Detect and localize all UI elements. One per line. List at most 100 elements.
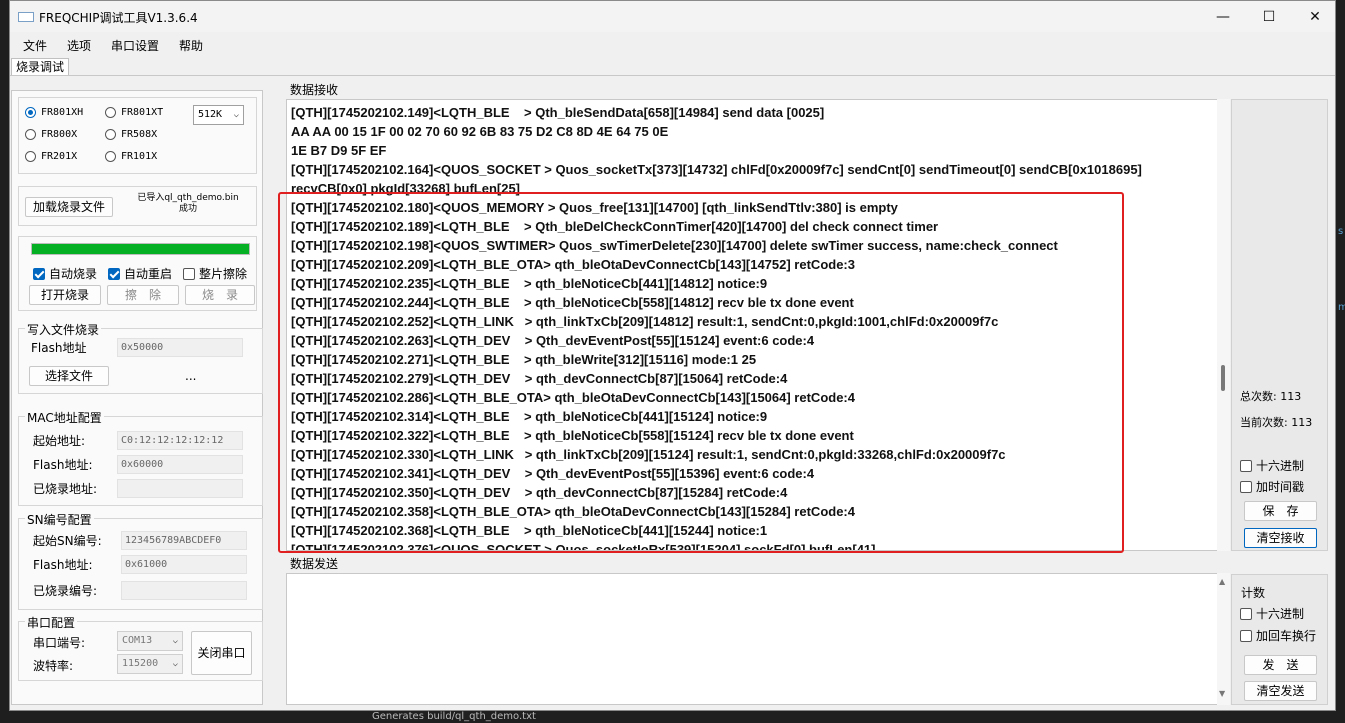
- tab-burn-debug[interactable]: 烧录调试: [11, 58, 70, 76]
- load-group: 加载烧录文件 已导入ql_qth_demo.bin 成功: [18, 186, 257, 226]
- timestamp-checkbox[interactable]: 加时间戳: [1240, 478, 1304, 495]
- log-line: [QTH][1745202102.314]<LQTH_BLE > qth_ble…: [291, 409, 768, 424]
- radio-fr800x[interactable]: FR800X: [25, 129, 77, 140]
- sn-start-field[interactable]: 123456789ABCDEF0: [121, 531, 247, 550]
- log-line: [QTH][1745202102.209]<LQTH_BLE_OTA> qth_…: [291, 257, 855, 272]
- save-button[interactable]: 保 存: [1244, 501, 1317, 521]
- sn-burned-label: 已烧录编号:: [33, 584, 98, 598]
- chip-group: FR801XH FR801XT FR800X FR508X FR201X FR1…: [18, 97, 257, 174]
- left-panel: FR801XH FR801XT FR800X FR508X FR201X FR1…: [11, 90, 263, 705]
- radio-fr508x[interactable]: FR508X: [105, 129, 157, 140]
- menu-help[interactable]: 帮助: [179, 37, 203, 54]
- send-button[interactable]: 发 送: [1244, 655, 1317, 675]
- select-file-button[interactable]: 选择文件: [29, 366, 109, 386]
- mac-flash-label: Flash地址:: [33, 458, 93, 472]
- sn-title: SN编号配置: [25, 511, 94, 528]
- baud-rate-select[interactable]: 115200 ⌵: [117, 654, 183, 674]
- scrollbar-thumb[interactable]: [1221, 365, 1225, 391]
- write-file-title: 写入文件烧录: [25, 321, 102, 338]
- sn-group: SN编号配置 起始SN编号: 123456789ABCDEF0 Flash地址:…: [18, 511, 263, 610]
- log-line: [QTH][1745202102.149]<LQTH_BLE > Qth_ble…: [291, 105, 825, 120]
- auto-restart-checkbox[interactable]: 自动重启: [108, 265, 172, 282]
- log-line: [QTH][1745202102.286]<LQTH_BLE_OTA> qth_…: [291, 390, 855, 405]
- window-title: FREQCHIP调试工具V1.3.6.4: [39, 11, 198, 25]
- close-button[interactable]: ✕: [1292, 1, 1335, 32]
- baud-rate-label: 波特率:: [33, 659, 74, 673]
- log-line: [QTH][1745202102.341]<LQTH_DEV > Qth_dev…: [291, 466, 815, 481]
- receive-hex-checkbox[interactable]: 十六进制: [1240, 457, 1304, 474]
- log-line: [QTH][1745202102.358]<LQTH_BLE_OTA> qth_…: [291, 504, 855, 519]
- burn-progress-fill: [32, 244, 249, 254]
- sn-burned-field[interactable]: [121, 581, 247, 600]
- receive-log: [QTH][1745202102.149]<LQTH_BLE > Qth_ble…: [291, 103, 1221, 550]
- receive-title: 数据接收: [290, 83, 339, 97]
- receive-options-panel: 总次数: 113 当前次数: 113 十六进制 加时间戳 保 存 清空接收: [1231, 99, 1328, 551]
- flash-address-label: Flash地址: [31, 341, 87, 355]
- mac-title: MAC地址配置: [25, 409, 104, 426]
- sn-start-label: 起始SN编号:: [33, 534, 102, 548]
- send-hex-checkbox[interactable]: 十六进制: [1240, 605, 1304, 622]
- send-textarea[interactable]: [286, 573, 1226, 705]
- log-line: [QTH][1745202102.350]<LQTH_DEV > qth_dev…: [291, 485, 788, 500]
- send-options-panel: 计数 十六进制 加回车换行 发 送 清空发送: [1231, 574, 1328, 705]
- minimize-button[interactable]: —: [1200, 1, 1246, 32]
- menu-options[interactable]: 选项: [67, 37, 91, 54]
- sn-flash-field[interactable]: 0x61000: [121, 555, 247, 574]
- mac-burned-field[interactable]: [117, 479, 243, 498]
- send-title: 数据发送: [290, 557, 339, 571]
- app-icon: [18, 12, 34, 22]
- scroll-up-icon[interactable]: ▲: [1219, 577, 1225, 586]
- burn-button[interactable]: 烧 录: [185, 285, 255, 305]
- mac-start-field[interactable]: C0:12:12:12:12:12: [117, 431, 243, 450]
- scroll-down-icon[interactable]: ▼: [1219, 689, 1225, 698]
- add-newline-checkbox[interactable]: 加回车换行: [1240, 627, 1316, 644]
- receive-scrollbar[interactable]: [1217, 99, 1230, 551]
- log-line: [QTH][1745202102.330]<LQTH_LINK > qth_li…: [291, 447, 1006, 462]
- send-scrollbar[interactable]: ▲ ▼: [1217, 573, 1230, 705]
- log-line: [QTH][1745202102.279]<LQTH_DEV > qth_dev…: [291, 371, 788, 386]
- menu-file[interactable]: 文件: [23, 37, 47, 54]
- radio-fr101x[interactable]: FR101X: [105, 151, 157, 162]
- tab-divider: [10, 75, 1335, 76]
- log-line: [QTH][1745202102.164]<QUOS_SOCKET > Quos…: [291, 162, 1142, 177]
- log-line: [QTH][1745202102.271]<LQTH_BLE > qth_ble…: [291, 352, 757, 367]
- current-count: 当前次数: 113: [1240, 416, 1313, 429]
- clear-receive-button[interactable]: 清空接收: [1244, 528, 1317, 548]
- log-line: [QTH][1745202102.189]<LQTH_BLE > Qth_ble…: [291, 219, 939, 234]
- mac-flash-field[interactable]: 0x60000: [117, 455, 243, 474]
- clear-send-button[interactable]: 清空发送: [1244, 681, 1317, 701]
- open-burn-button[interactable]: 打开烧录: [29, 285, 101, 305]
- selected-file-name: ...: [185, 369, 197, 383]
- receive-textarea[interactable]: [QTH][1745202102.149]<LQTH_BLE > Qth_ble…: [286, 99, 1226, 551]
- close-serial-button[interactable]: 关闭串口: [191, 631, 252, 675]
- burn-progress: [31, 243, 250, 255]
- mac-start-label: 起始地址:: [33, 434, 86, 448]
- menu-serial-settings[interactable]: 串口设置: [111, 37, 159, 54]
- radio-fr201x[interactable]: FR201X: [25, 151, 77, 162]
- log-line: AA AA 00 15 1F 00 02 70 60 92 6B 83 75 D…: [291, 124, 669, 139]
- mac-burned-label: 已烧录地址:: [33, 482, 98, 496]
- load-status: 已导入ql_qth_demo.bin 成功: [137, 193, 239, 214]
- log-line: 1E B7 D9 5F EF: [291, 143, 387, 158]
- write-file-group: 写入文件烧录 Flash地址 0x50000 选择文件 ...: [18, 321, 263, 394]
- flash-address-field[interactable]: 0x50000: [117, 338, 243, 357]
- auto-burn-checkbox[interactable]: 自动烧录: [33, 265, 97, 282]
- chip-erase-checkbox[interactable]: 整片擦除: [183, 265, 247, 282]
- serial-group: 串口配置 串口端号: COM13 ⌵ 波特率: 115200 ⌵ 关闭串口: [18, 614, 263, 681]
- radio-fr801xh[interactable]: FR801XH: [25, 107, 83, 118]
- background-glyph: m: [1338, 302, 1345, 313]
- radio-fr801xt[interactable]: FR801XT: [105, 107, 163, 118]
- chevron-down-icon: ⌵: [233, 110, 239, 120]
- title-bar[interactable]: FREQCHIP调试工具V1.3.6.4 — ☐ ✕: [10, 1, 1335, 32]
- maximize-button[interactable]: ☐: [1246, 1, 1292, 32]
- flash-size-select[interactable]: 512K ⌵: [193, 105, 244, 125]
- serial-port-select[interactable]: COM13 ⌵: [117, 631, 183, 651]
- load-file-button[interactable]: 加载烧录文件: [25, 197, 113, 217]
- log-line: [QTH][1745202102.263]<LQTH_DEV > Qth_dev…: [291, 333, 815, 348]
- flash-size-value: 512K: [198, 109, 223, 120]
- chevron-down-icon: ⌵: [172, 659, 178, 669]
- erase-button[interactable]: 擦 除: [107, 285, 179, 305]
- background-window-edge: s m: [1336, 0, 1345, 723]
- burn-group: 自动烧录 自动重启 整片擦除 打开烧录 擦 除 烧 录: [18, 236, 257, 311]
- sn-flash-label: Flash地址:: [33, 558, 93, 572]
